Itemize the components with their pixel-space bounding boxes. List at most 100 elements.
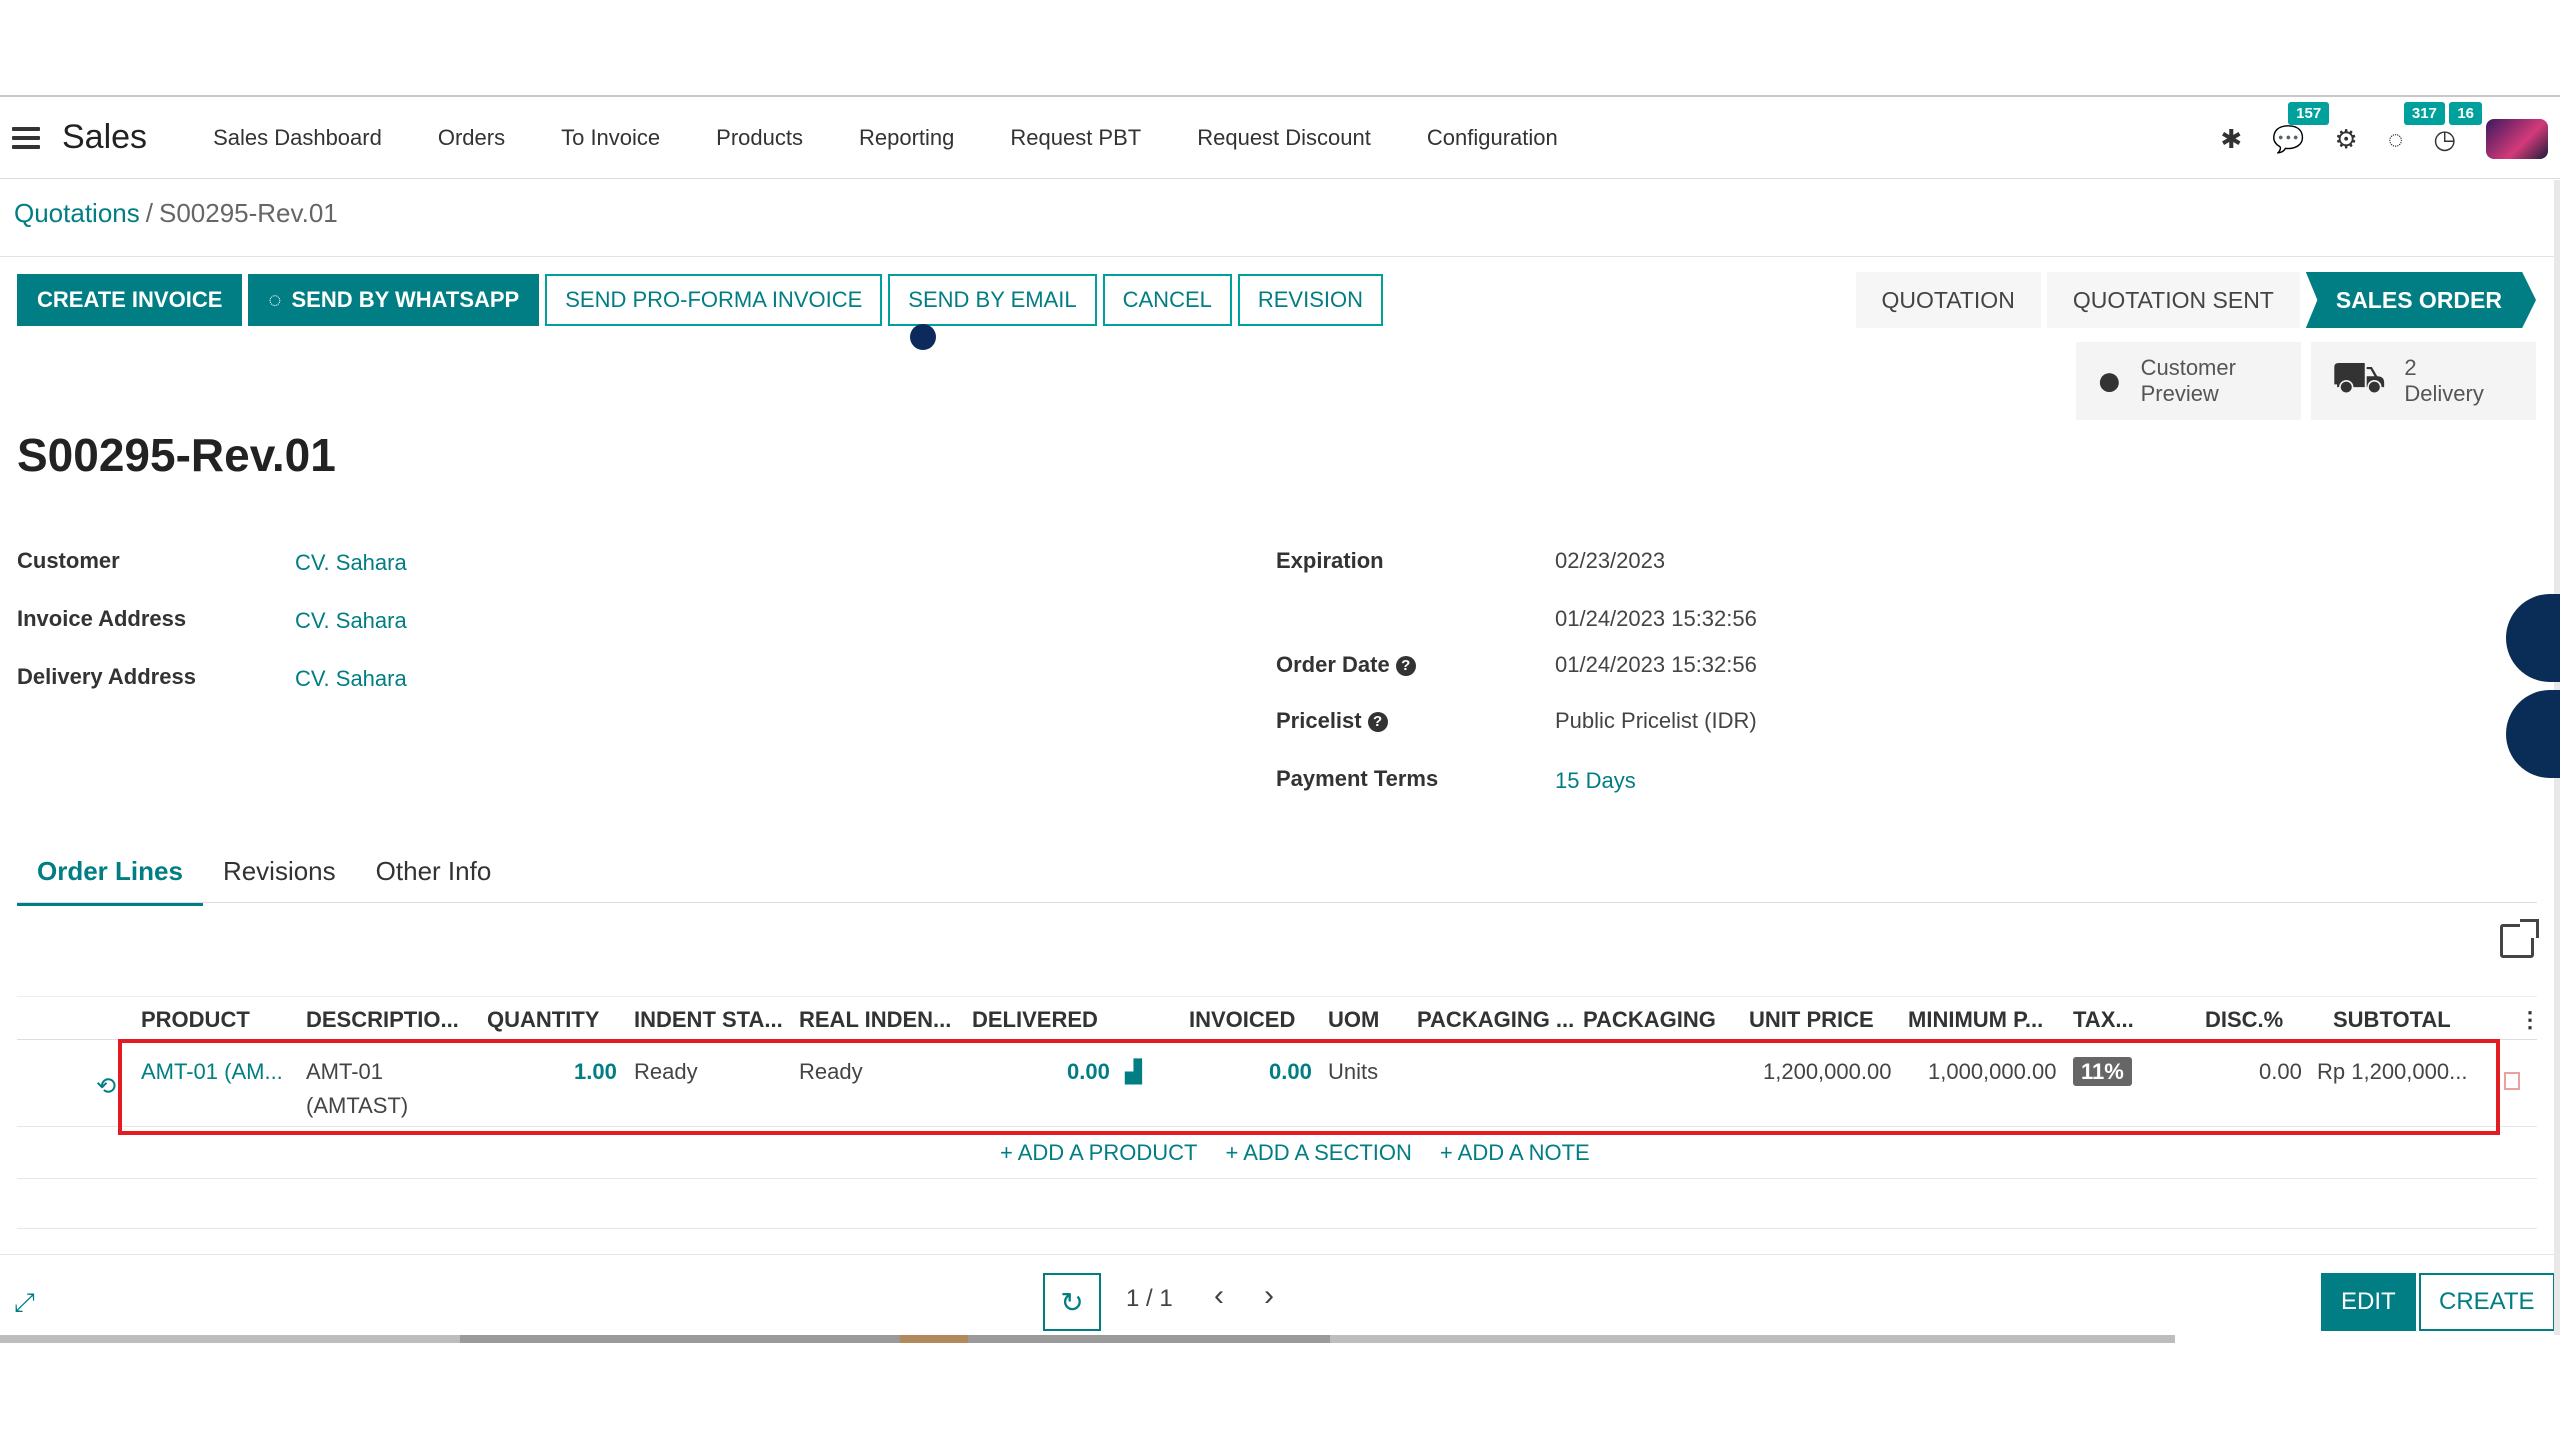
- revision-button[interactable]: REVISION: [1237, 274, 1384, 326]
- send-whatsapp-button[interactable]: ◌ SEND BY WHATSAPP: [248, 274, 540, 326]
- page-title: S00295-Rev.01: [17, 429, 336, 481]
- column-options-icon[interactable]: ⋮: [2519, 1007, 2541, 1033]
- globe-icon: ●: [2096, 356, 2123, 405]
- messages-icon[interactable]: 💬 157: [2272, 101, 2330, 155]
- chevron-right-icon[interactable]: ›: [1264, 1279, 1274, 1313]
- whatsapp-icon: ◌: [268, 287, 282, 312]
- col-real-indent[interactable]: REAL INDEN...: [799, 1007, 951, 1033]
- tab-other-info[interactable]: Other Info: [356, 848, 512, 906]
- col-unit-price[interactable]: UNIT PRICE: [1749, 1007, 1874, 1033]
- order-date-label: Order Date?: [1276, 652, 1416, 678]
- row-highlight-box: [118, 1039, 2500, 1135]
- trash-icon[interactable]: [2504, 1072, 2520, 1090]
- tab-order-lines[interactable]: Order Lines: [17, 848, 203, 906]
- help-icon[interactable]: ?: [1367, 712, 1388, 732]
- menu-request-pbt[interactable]: Request PBT: [982, 125, 1169, 151]
- col-invoiced[interactable]: INVOICED: [1189, 1007, 1295, 1033]
- send-proforma-button[interactable]: SEND PRO-FORMA INVOICE: [545, 274, 883, 326]
- payment-terms-label: Payment Terms: [1276, 766, 1439, 791]
- expand-icon[interactable]: ⤢: [14, 1287, 35, 1319]
- add-note-link[interactable]: + ADD A NOTE: [1440, 1140, 1590, 1166]
- col-taxes[interactable]: TAX...: [2073, 1007, 2134, 1033]
- order-date-field[interactable]: 01/24/2023 15:32:56: [1555, 652, 1757, 678]
- top-blank-area: [0, 0, 2560, 95]
- chevron-left-icon[interactable]: ‹: [1214, 1279, 1224, 1313]
- expiration-field[interactable]: 02/23/2023: [1555, 548, 1665, 574]
- cancel-button[interactable]: CANCEL: [1102, 274, 1232, 326]
- tab-revisions[interactable]: Revisions: [203, 848, 356, 906]
- menu-orders[interactable]: Orders: [410, 125, 533, 151]
- messages-badge: 157: [2288, 101, 2330, 125]
- notebook-tabs: Order Lines Revisions Other Info: [17, 848, 511, 906]
- invoice-address-field[interactable]: CV. Sahara: [295, 608, 407, 634]
- col-quantity[interactable]: QUANTITY: [487, 1007, 599, 1033]
- expiration-label: Expiration: [1276, 548, 1384, 573]
- col-description[interactable]: DESCRIPTIO...: [306, 1007, 459, 1033]
- add-section-link[interactable]: + ADD A SECTION: [1225, 1140, 1411, 1166]
- menu-request-discount[interactable]: Request Discount: [1169, 125, 1399, 151]
- divider: [17, 1178, 2537, 1179]
- bug-icon[interactable]: ✱: [2220, 124, 2242, 155]
- payment-terms-field[interactable]: 15 Days: [1555, 768, 1636, 794]
- clock-icon[interactable]: ◷ 16: [2433, 101, 2482, 155]
- status-bar: QUOTATION QUOTATION SENT SALES ORDER: [1850, 272, 2536, 328]
- reload-icon[interactable]: ↻: [1043, 1273, 1101, 1331]
- col-packaging-qty[interactable]: PACKAGING ...: [1417, 1007, 1574, 1033]
- invoice-address-label: Invoice Address: [17, 606, 187, 631]
- edit-button[interactable]: EDIT: [2321, 1273, 2416, 1331]
- avatar[interactable]: [2486, 119, 2548, 159]
- col-minimum-price[interactable]: MINIMUM P...: [1908, 1007, 2043, 1033]
- add-product-link[interactable]: + ADD A PRODUCT: [1000, 1140, 1197, 1166]
- breadcrumb-current: S00295-Rev.01: [158, 198, 338, 228]
- customer-preview-line1: Customer: [2140, 355, 2236, 380]
- systray: ✱ 💬 157 ⚙ ◌ 317 ◷ 16: [2220, 97, 2548, 181]
- external-link-icon[interactable]: [2500, 919, 2539, 958]
- menu-reporting[interactable]: Reporting: [831, 125, 982, 151]
- gear-icon[interactable]: ⚙: [2335, 124, 2358, 155]
- create-invoice-button[interactable]: CREATE INVOICE: [17, 274, 243, 326]
- menu-configuration[interactable]: Configuration: [1399, 125, 1586, 151]
- smart-buttons: ● Customer Preview ⛟ 2 Delivery: [2076, 342, 2536, 420]
- customer-label: Customer: [17, 548, 120, 573]
- pricelist-field[interactable]: Public Pricelist (IDR): [1555, 708, 1757, 734]
- breadcrumb-separator: /: [145, 198, 153, 228]
- customer-preview-button[interactable]: ● Customer Preview: [2076, 342, 2301, 420]
- col-discount[interactable]: DISC.%: [2205, 1007, 2283, 1033]
- chat-float-button[interactable]: [2506, 594, 2560, 682]
- delivery-button[interactable]: ⛟ 2 Delivery: [2311, 342, 2536, 420]
- menu-sales-dashboard[interactable]: Sales Dashboard: [185, 125, 410, 151]
- scrollbar-thumb[interactable]: [460, 1335, 1330, 1343]
- pricelist-label-text: Pricelist: [1276, 708, 1362, 733]
- order-date-label-text: Order Date: [1276, 652, 1390, 677]
- pricelist-label: Pricelist?: [1276, 708, 1388, 734]
- send-email-button[interactable]: SEND BY EMAIL: [888, 274, 1097, 326]
- col-product[interactable]: PRODUCT: [141, 1007, 250, 1033]
- col-delivered[interactable]: DELIVERED: [972, 1007, 1098, 1033]
- menu-to-invoice[interactable]: To Invoice: [533, 125, 688, 151]
- activity-badge: 317: [2403, 101, 2445, 125]
- app-brand[interactable]: Sales: [62, 118, 147, 157]
- col-packaging[interactable]: PACKAGING: [1583, 1007, 1716, 1033]
- col-indent-status[interactable]: INDENT STA...: [634, 1007, 783, 1033]
- create-button[interactable]: CREATE: [2419, 1273, 2555, 1331]
- breadcrumb-quotations[interactable]: Quotations: [14, 198, 140, 228]
- status-quotation-sent[interactable]: QUOTATION SENT: [2046, 272, 2300, 328]
- divider: [17, 902, 2537, 903]
- delivery-address-field[interactable]: CV. Sahara: [295, 666, 407, 692]
- pager-value[interactable]: 1 / 1: [1126, 1285, 1173, 1313]
- add-line-links: + ADD A PRODUCT + ADD A SECTION + ADD A …: [1000, 1140, 1590, 1166]
- help-icon[interactable]: ?: [1395, 656, 1416, 676]
- divider: [0, 256, 2560, 257]
- col-subtotal[interactable]: SUBTOTAL: [2333, 1007, 2451, 1033]
- col-uom[interactable]: UOM: [1328, 1007, 1379, 1033]
- delivery-label: Delivery: [2404, 381, 2484, 406]
- whatsapp-icon[interactable]: ◌ 317: [2388, 101, 2445, 155]
- form-footer: ⤢ ↻ 1 / 1 ‹ › EDIT CREATE: [0, 1254, 2560, 1340]
- status-sales-order[interactable]: SALES ORDER: [2305, 272, 2536, 328]
- menu-products[interactable]: Products: [688, 125, 831, 151]
- collapse-float-button[interactable]: [2506, 690, 2560, 778]
- clock-badge: 16: [2449, 101, 2482, 125]
- app-menu-icon[interactable]: [12, 126, 40, 149]
- customer-field[interactable]: CV. Sahara: [295, 550, 407, 576]
- status-quotation[interactable]: QUOTATION: [1855, 272, 2041, 328]
